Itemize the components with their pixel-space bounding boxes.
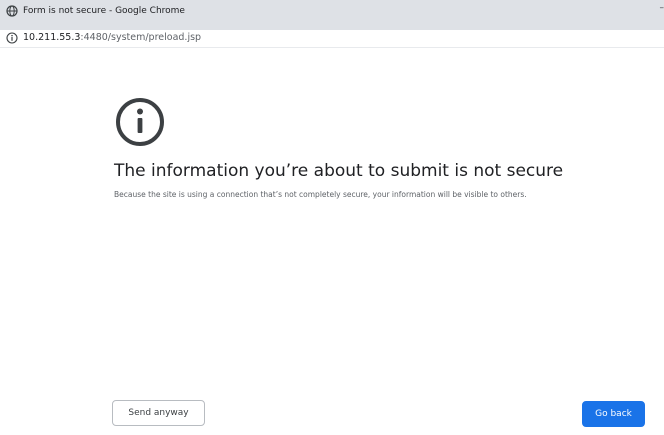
info-icon — [116, 98, 164, 146]
globe-icon — [6, 5, 18, 17]
address-bar[interactable]: 10.211.55.3:4480/system/preload.jsp — [0, 30, 664, 47]
toolbar-divider — [0, 47, 664, 48]
site-info-icon[interactable] — [6, 32, 18, 44]
page-title: The information you’re about to submit i… — [114, 161, 564, 181]
window-title: Form is not secure - Google Chrome — [23, 6, 185, 16]
go-back-button[interactable]: Go back — [582, 401, 645, 427]
url-host: 10.211.55.3 — [23, 32, 81, 43]
url-text[interactable]: 10.211.55.3:4480/system/preload.jsp — [23, 31, 201, 45]
url-path: :4480/system/preload.jsp — [80, 32, 202, 43]
window-title-bar: Form is not secure - Google Chrome – — [0, 0, 664, 30]
send-anyway-button[interactable]: Send anyway — [112, 400, 205, 426]
minimize-button[interactable]: – — [660, 3, 664, 13]
warning-description: Because the site is using a connection t… — [114, 190, 527, 199]
